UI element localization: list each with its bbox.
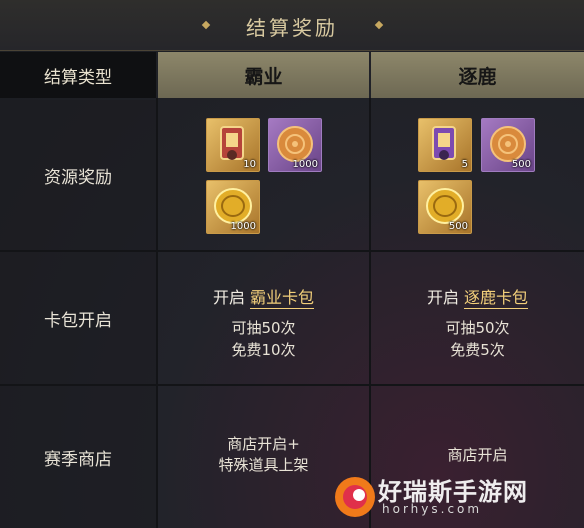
- pack-draws: 可抽50次: [231, 319, 296, 337]
- reward-panel: 结算奖励 结算类型 霸业 逐鹿 资源奖励 卡包开启 赛季商店 10 1000 1…: [0, 0, 584, 528]
- reward-item[interactable]: 10: [206, 118, 260, 172]
- item-count: 1000: [230, 221, 256, 232]
- item-count: 1000: [292, 159, 318, 170]
- header-col-baye: 霸业: [158, 52, 369, 98]
- reward-item[interactable]: 500: [481, 118, 535, 172]
- panel-title: 结算奖励: [246, 16, 338, 40]
- title-bar: 结算奖励: [0, 0, 584, 51]
- shop-line: 商店开启+: [227, 435, 300, 453]
- divider: [0, 250, 584, 252]
- pack-name-link[interactable]: 霸业卡包: [250, 288, 315, 309]
- header-type-label: 结算类型: [0, 52, 156, 98]
- divider: [0, 384, 584, 386]
- item-count: 10: [243, 159, 256, 170]
- reward-item[interactable]: 500: [418, 180, 472, 234]
- shop-line: 商店开启: [447, 446, 508, 464]
- header-col-zhulu: 逐鹿: [371, 52, 584, 98]
- item-count: 5: [461, 159, 468, 170]
- pack-draws: 可抽50次: [445, 319, 510, 337]
- pack-open-text: 开启 霸业卡包: [158, 284, 369, 309]
- row-label-shop: 赛季商店: [0, 386, 156, 528]
- watermark-logo-icon: [335, 477, 375, 517]
- pack-details: 可抽50次 免费10次: [158, 317, 369, 361]
- pack-free: 免费5次: [450, 341, 505, 359]
- watermark: 好瑞斯手游网 horhys.com: [332, 470, 582, 526]
- reward-item[interactable]: 1000: [268, 118, 322, 172]
- pack-details: 可抽50次 免费5次: [371, 317, 584, 361]
- watermark-sub: horhys.com: [382, 502, 483, 516]
- item-count: 500: [448, 221, 468, 232]
- pack-name-link[interactable]: 逐鹿卡包: [464, 288, 529, 309]
- item-count: 500: [511, 159, 531, 170]
- reward-item[interactable]: 5: [418, 118, 472, 172]
- pack-prefix: 开启: [426, 288, 459, 307]
- row-label-resource: 资源奖励: [0, 100, 156, 250]
- pack-prefix: 开启: [212, 288, 245, 307]
- row-label-pack: 卡包开启: [0, 252, 156, 384]
- shop-text: 商店开启: [371, 445, 584, 466]
- pack-free: 免费10次: [231, 341, 296, 359]
- pack-open-text: 开启 逐鹿卡包: [371, 284, 584, 309]
- reward-item[interactable]: 1000: [206, 180, 260, 234]
